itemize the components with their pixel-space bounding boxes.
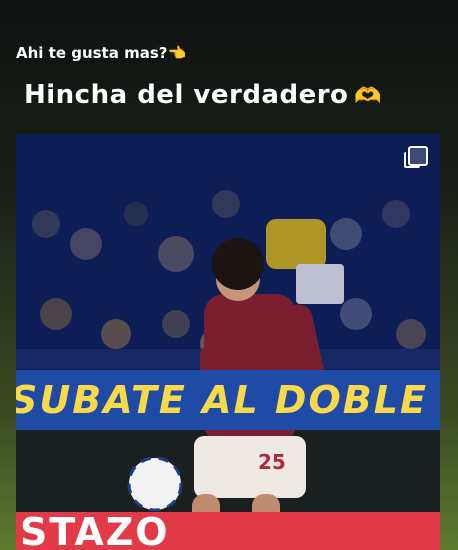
caption-text: Ahi te gusta mas? (16, 44, 168, 62)
ad-text-top: SUBATE AL DOBLE (16, 378, 428, 422)
player-photo (16, 134, 440, 550)
heart-hands-icon: 🫶 (354, 84, 383, 109)
pointing-hand-icon: 👈 (167, 44, 187, 62)
ad-text-bottom: STAZO (20, 510, 170, 550)
story-title: Hincha del verdadero 🫶 (24, 80, 382, 110)
title-text: Hincha del verdadero (24, 80, 349, 110)
media-card[interactable]: SUBATE AL DOBLE STAZO 25 (16, 134, 440, 550)
player-number: 25 (258, 450, 286, 474)
story-caption: Ahi te gusta mas?👈 (16, 44, 186, 62)
multi-photo-icon[interactable] (404, 146, 428, 168)
